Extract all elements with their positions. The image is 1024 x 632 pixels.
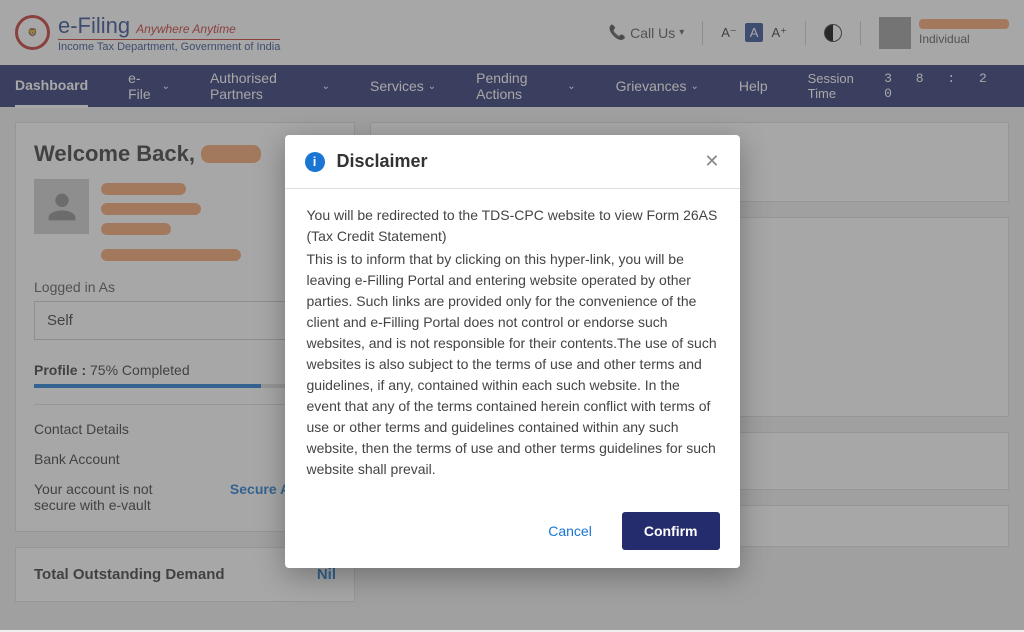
modal-paragraph-1: You will be redirected to the TDS-CPC we… [307, 205, 718, 247]
modal-overlay: i Disclaimer ✕ You will be redirected to… [0, 0, 1024, 630]
disclaimer-modal: i Disclaimer ✕ You will be redirected to… [285, 135, 740, 568]
modal-body: You will be redirected to the TDS-CPC we… [285, 189, 740, 498]
cancel-button[interactable]: Cancel [534, 513, 606, 549]
info-icon: i [305, 152, 325, 172]
confirm-button[interactable]: Confirm [622, 512, 720, 550]
modal-paragraph-2: This is to inform that by clicking on th… [307, 249, 718, 480]
close-icon[interactable]: ✕ [704, 151, 719, 172]
modal-title: Disclaimer [337, 151, 428, 172]
